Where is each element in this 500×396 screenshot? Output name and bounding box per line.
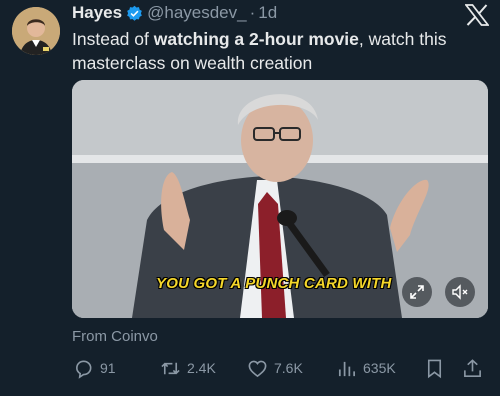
speaker-muted-icon	[452, 284, 468, 300]
x-logo-icon[interactable]	[465, 4, 489, 26]
expand-icon	[410, 285, 424, 299]
post-text-start: Instead of	[72, 29, 154, 49]
separator-dot: ·	[249, 3, 256, 22]
repost-icon	[161, 362, 180, 374]
analytics-icon	[338, 361, 355, 376]
reply-count: 91	[100, 360, 116, 376]
bookmark-icon	[427, 359, 442, 378]
reply-icon	[76, 360, 92, 379]
author-handle[interactable]: @hayesdev_	[147, 3, 247, 23]
share-icon	[464, 358, 481, 377]
video-caption: YOU GOT A PUNCH CARD WITH	[156, 275, 392, 292]
views-button[interactable]: 635K	[336, 354, 396, 382]
post[interactable]: Hayes @hayesdev_ · 1d Instead of watchin…	[0, 0, 500, 396]
like-button[interactable]: 7.6K	[247, 354, 303, 382]
like-count: 7.6K	[274, 360, 303, 376]
expand-button[interactable]	[402, 277, 432, 307]
video-player[interactable]: YOU GOT A PUNCH CARD WITH	[72, 80, 488, 318]
author-name[interactable]: Hayes	[72, 3, 122, 23]
post-text: Instead of watching a 2-hour movie, watc…	[72, 27, 492, 75]
reply-button[interactable]: 91	[73, 354, 116, 382]
view-count: 635K	[363, 360, 396, 376]
mute-button[interactable]	[445, 277, 475, 307]
bookmark-button[interactable]	[424, 354, 451, 382]
post-header: Hayes @hayesdev_ · 1d	[72, 2, 277, 24]
repost-button[interactable]: 2.4K	[160, 354, 216, 382]
action-bar: 91 2.4K 7.6K 635K	[0, 354, 500, 382]
heart-icon	[248, 360, 267, 377]
verified-badge-icon	[127, 5, 142, 21]
source-attribution[interactable]: From Coinvo	[72, 328, 158, 345]
repost-count: 2.4K	[187, 360, 216, 376]
post-timestamp[interactable]: 1d	[258, 3, 277, 23]
post-text-bold: watching a 2-hour movie	[153, 29, 359, 49]
share-button[interactable]	[462, 354, 489, 382]
avatar[interactable]	[12, 7, 60, 55]
